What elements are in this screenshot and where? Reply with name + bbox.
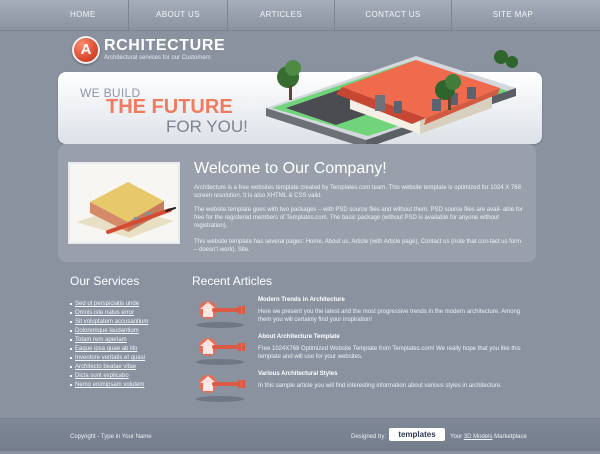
footer-copyright: Copyright - Type in Your Name [70,434,152,440]
photo-art [70,164,178,242]
article-heading[interactable]: Modern Trends in Architecture [258,297,345,303]
templates-logo[interactable]: templates [389,428,445,441]
hero-line-2: THE FUTURE [106,96,233,118]
logo-badge-icon: A [72,36,100,64]
article-text: Here we present you the latest and the m… [258,309,521,323]
service-link[interactable]: Architecto beatae vitae [70,363,190,371]
top-navigation: HOME ABOUT US ARTICLES CONTACT US SITE M… [0,0,600,31]
nav-contact-us[interactable]: CONTACT US [335,0,452,30]
article-item: Various Architectural Styles In this sam… [192,370,522,418]
service-link[interactable]: Totam rem aperiam [70,336,190,344]
house-illustration [266,50,518,148]
house-key-icon [196,338,245,365]
house-key-icon [196,375,245,402]
nav-site-map[interactable]: SITE MAP [452,0,574,30]
footer: Copyright - Type in Your Name Designed b… [0,418,600,451]
service-link[interactable]: Inventore veritatis et quasi [70,354,190,362]
footer-marketplace: Your 3D Models Marketplace [450,434,527,440]
welcome-panel: Welcome to Our Company! Architecture is … [58,144,536,262]
footer-designed-by: Designed by: [351,434,387,440]
house-key-icon [196,301,245,328]
services-title: Our Services [70,274,140,288]
welcome-paragraph-3: This website template has several pages:… [194,239,522,253]
welcome-paragraph-2: The website template goes with two packa… [194,207,523,229]
service-link[interactable]: Doloremque laudantium [70,327,190,335]
article-text: Free 1024X768 Optimized Website Template… [258,346,521,360]
article-text: In this sample article you will find int… [258,383,502,389]
service-link[interactable]: Sit voluptatem accusantium [70,318,190,326]
service-link[interactable]: Eaque ipsa quae ab illo [70,345,190,353]
service-link[interactable]: Sed ut perspiciatis unde [70,300,190,308]
footer-marketplace-prefix: Your [450,434,463,440]
logo-tagline: Architectural services for our Customers [104,55,211,61]
service-link[interactable]: Omnis iste natus error [70,309,190,317]
architect-drawing-image [68,162,180,244]
hero-line-3: FOR YOU! [166,117,248,136]
nav-home[interactable]: HOME [0,0,129,30]
service-link[interactable]: Dicta sunt explicabo [70,372,190,380]
welcome-paragraph-1: Architecture is a free websites template… [194,185,521,199]
services-list: Sed ut perspiciatis unde Omnis iste natu… [70,300,190,390]
nav-about-us[interactable]: ABOUT US [129,0,228,30]
article-heading[interactable]: Various Architectural Styles [258,371,337,377]
footer-marketplace-suffix: Marketplace [494,434,527,440]
recent-articles-title: Recent Articles [192,274,273,288]
3d-models-link[interactable]: 3D Models [464,434,493,440]
logo-title: RCHITECTURE [104,37,226,54]
nav-articles[interactable]: ARTICLES [228,0,335,30]
article-heading[interactable]: About Architecture Template [258,334,340,340]
welcome-title: Welcome to Our Company! [194,160,387,177]
service-link[interactable]: Nemo enimipsam volutem [70,381,190,389]
